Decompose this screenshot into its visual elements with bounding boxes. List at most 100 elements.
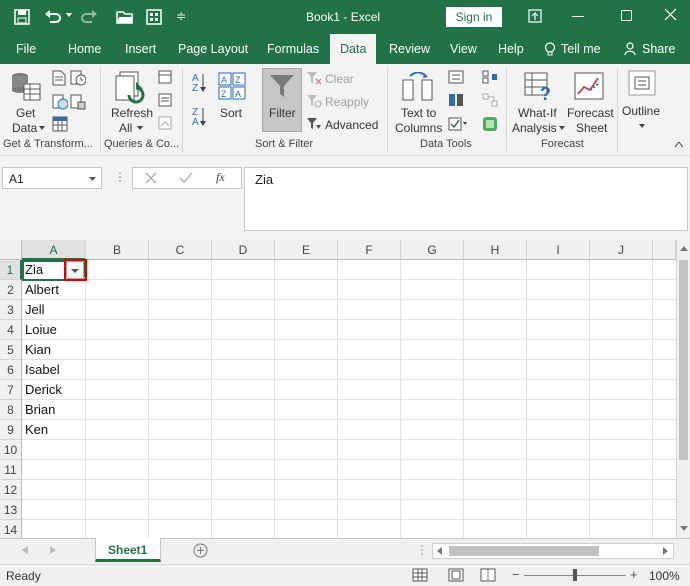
properties-icon[interactable] xyxy=(158,93,172,107)
tab-file[interactable]: File xyxy=(16,42,36,56)
row-header-4[interactable]: 4 xyxy=(0,320,22,340)
row-header-14[interactable]: 14 xyxy=(0,520,22,540)
row-header-2[interactable]: 2 xyxy=(0,280,22,300)
data-validation-icon[interactable] xyxy=(448,117,468,131)
customize-qat-icon[interactable]: ≑ xyxy=(176,9,186,23)
cell-a5[interactable]: Kian xyxy=(23,340,85,360)
reapply-icon[interactable] xyxy=(306,94,322,108)
close-icon[interactable] xyxy=(664,8,677,21)
outline-icon[interactable] xyxy=(628,70,656,96)
sort-button[interactable]: Sort xyxy=(220,106,242,120)
ribbon-display-options-icon[interactable] xyxy=(528,9,542,23)
form-icon[interactable] xyxy=(146,9,162,25)
row-header-3[interactable]: 3 xyxy=(0,300,22,320)
text-to-columns-icon[interactable] xyxy=(402,72,434,102)
column-header-b[interactable]: B xyxy=(86,240,149,260)
manage-data-model-icon[interactable] xyxy=(482,116,498,132)
refresh-all-icon[interactable] xyxy=(114,70,148,104)
from-web-icon[interactable] xyxy=(52,94,68,110)
tell-me-search[interactable]: Tell me xyxy=(561,42,601,56)
cell-a4[interactable]: Loiue xyxy=(23,320,85,340)
scroll-sheets-right-icon[interactable] xyxy=(50,546,56,554)
tab-page-layout[interactable]: Page Layout xyxy=(178,42,248,56)
column-header-f[interactable]: F xyxy=(338,240,401,260)
open-folder-icon[interactable] xyxy=(116,9,134,25)
queries-connections-icon[interactable] xyxy=(158,70,172,84)
outline-button[interactable]: Outline xyxy=(622,104,660,118)
scroll-down-icon[interactable] xyxy=(680,526,688,531)
worksheet-grid[interactable] xyxy=(0,240,690,538)
tab-insert[interactable]: Insert xyxy=(125,42,156,56)
normal-view-icon[interactable] xyxy=(412,568,428,582)
column-header-c[interactable]: C xyxy=(149,240,212,260)
row-header-7[interactable]: 7 xyxy=(0,380,22,400)
sheet-tab-sheet1[interactable]: Sheet1 xyxy=(95,538,161,562)
tab-help[interactable]: Help xyxy=(498,42,524,56)
name-box[interactable]: A1 xyxy=(2,167,102,189)
cancel-entry-icon[interactable] xyxy=(145,172,157,184)
cell-a8[interactable]: Brian xyxy=(23,400,85,420)
row-header-11[interactable]: 11 xyxy=(0,460,22,480)
outline-dropdown-icon[interactable] xyxy=(639,124,645,128)
get-data-icon[interactable] xyxy=(10,70,42,104)
scroll-left-icon[interactable] xyxy=(437,547,442,555)
zoom-out-icon[interactable]: − xyxy=(512,567,520,582)
tab-view[interactable]: View xyxy=(450,42,477,56)
name-box-dropdown-icon[interactable] xyxy=(89,177,96,181)
formula-bar-handle-icon[interactable]: ⋮ xyxy=(114,170,126,184)
consolidate-icon[interactable] xyxy=(482,70,498,84)
row-header-13[interactable]: 13 xyxy=(0,500,22,520)
column-header-partial[interactable] xyxy=(653,240,676,260)
flash-fill-icon[interactable] xyxy=(448,70,464,84)
reapply-button[interactable]: Reapply xyxy=(325,95,369,109)
formula-input[interactable]: Zia xyxy=(244,167,688,231)
undo-icon[interactable] xyxy=(44,8,62,24)
advanced-button[interactable]: Advanced xyxy=(325,118,378,132)
confirm-entry-icon[interactable] xyxy=(179,172,193,184)
cell-a9[interactable]: Ken xyxy=(23,420,85,440)
row-header-10[interactable]: 10 xyxy=(0,440,22,460)
advanced-filter-icon[interactable] xyxy=(306,117,322,131)
sort-az-icon[interactable]: AZ xyxy=(192,74,199,94)
scroll-sheets-left-icon[interactable] xyxy=(22,546,28,554)
refresh-all-label2[interactable]: All xyxy=(119,121,132,135)
text-to-columns-label2[interactable]: Columns xyxy=(395,121,442,135)
forecast-sheet-icon[interactable] xyxy=(574,72,604,102)
text-to-columns-label1[interactable]: Text to xyxy=(401,106,436,120)
forecast-sheet-label1[interactable]: Forecast xyxy=(567,106,614,120)
get-data-label2[interactable]: Data xyxy=(12,121,37,135)
sort-za-arrow-icon[interactable] xyxy=(200,108,206,126)
page-layout-view-icon[interactable] xyxy=(448,568,464,582)
row-header-12[interactable]: 12 xyxy=(0,480,22,500)
scroll-up-icon[interactable] xyxy=(680,246,688,251)
maximize-icon[interactable] xyxy=(621,10,632,21)
zoom-level[interactable]: 100% xyxy=(649,569,680,583)
undo-dropdown-icon[interactable] xyxy=(66,13,72,17)
relationships-icon[interactable] xyxy=(482,93,498,107)
scroll-right-icon[interactable] xyxy=(663,547,668,555)
share-button[interactable]: Share xyxy=(642,42,675,56)
column-header-g[interactable]: G xyxy=(401,240,464,260)
column-header-a[interactable]: A xyxy=(22,240,86,260)
column-header-j[interactable]: J xyxy=(590,240,653,260)
what-if-label1[interactable]: What-If xyxy=(518,106,557,120)
refresh-dropdown-icon[interactable] xyxy=(137,126,143,130)
forecast-sheet-label2[interactable]: Sheet xyxy=(576,121,607,135)
edit-links-icon[interactable] xyxy=(158,116,172,130)
vertical-scrollbar[interactable] xyxy=(676,240,690,538)
what-if-analysis-icon[interactable]: ? xyxy=(524,72,554,102)
minimize-icon[interactable] xyxy=(572,16,584,17)
column-header-i[interactable]: I xyxy=(527,240,590,260)
tab-formulas[interactable]: Formulas xyxy=(267,42,319,56)
tab-review[interactable]: Review xyxy=(389,42,430,56)
zoom-slider-thumb[interactable] xyxy=(573,569,577,581)
sort-za-icon[interactable]: ZA xyxy=(192,108,199,128)
row-header-9[interactable]: 9 xyxy=(0,420,22,440)
row-header-1[interactable]: 1 xyxy=(0,260,22,280)
what-if-label2[interactable]: Analysis xyxy=(512,121,557,135)
horizontal-scroll-thumb[interactable] xyxy=(449,546,599,556)
cell-a7[interactable]: Derick xyxy=(23,380,85,400)
clear-filter-icon[interactable] xyxy=(306,71,322,85)
tab-split-handle-icon[interactable]: ⋮ xyxy=(416,543,428,557)
insert-function-icon[interactable]: fx xyxy=(216,170,225,185)
